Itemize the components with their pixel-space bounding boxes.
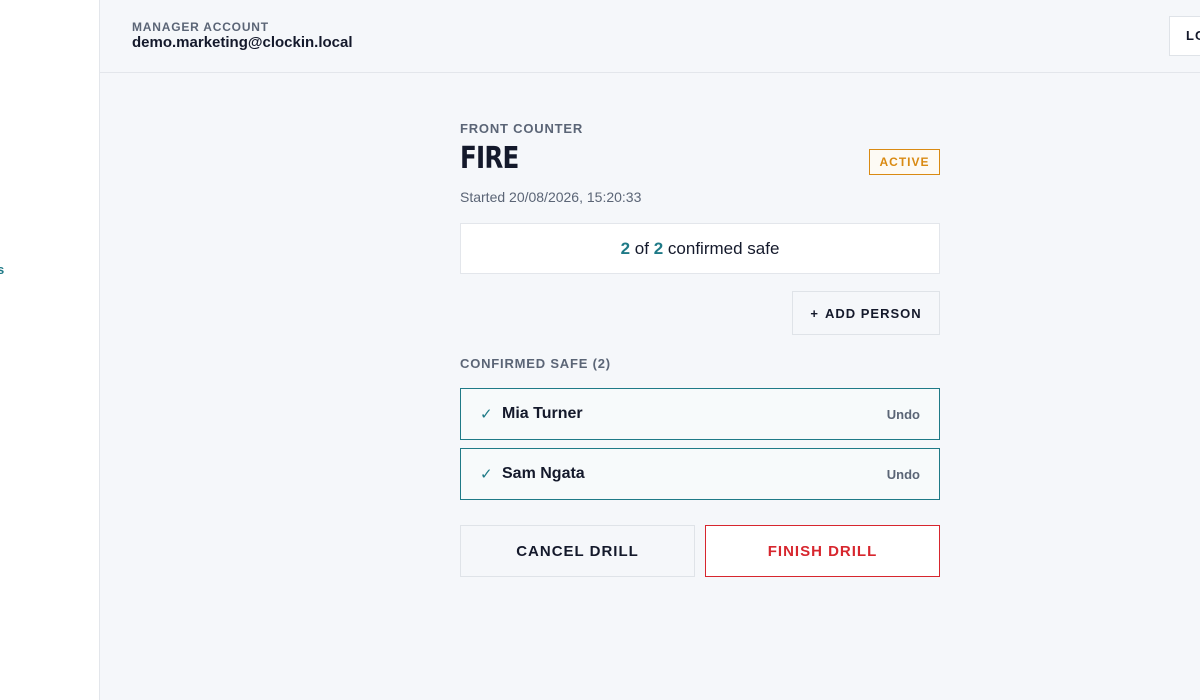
cancel-drill-button[interactable]: CANCEL DRILL [460, 525, 695, 577]
logout-button[interactable]: LO [1169, 16, 1200, 56]
confirmed-safe-heading: CONFIRMED SAFE (2) [460, 356, 611, 371]
add-person-label: ADD PERSON [824, 305, 922, 321]
drill-started-time: Started 20/08/2026, 15:20:33 [460, 189, 642, 205]
top-header: MANAGER ACCOUNT demo.marketing@clockin.l… [100, 0, 1200, 73]
undo-button[interactable]: Undo [887, 407, 920, 422]
undo-button[interactable]: Undo [887, 467, 920, 482]
summary-suffix: confirmed safe [667, 238, 780, 258]
finish-drill-button[interactable]: FINISH DRILL [705, 525, 940, 577]
person-name: Sam Ngata [502, 465, 585, 482]
sidebar-item-fragment[interactable]: l [0, 348, 1, 363]
person-name: Mia Turner [502, 405, 583, 422]
total-count: 2 [653, 238, 664, 258]
account-label: MANAGER ACCOUNT [132, 20, 269, 34]
check-icon: ✓ [480, 406, 493, 423]
plus-icon: + [810, 305, 819, 321]
drill-location: FRONT COUNTER [460, 121, 584, 136]
check-icon: ✓ [480, 466, 493, 483]
drill-title: FIRE [460, 141, 519, 176]
status-badge: ACTIVE [869, 149, 940, 175]
confirmed-count: 2 [620, 238, 631, 258]
summary-of: of [634, 238, 649, 258]
person-row: ✓ Sam Ngata Undo [460, 448, 940, 500]
sidebar-item-fragment[interactable]: s [0, 262, 4, 277]
account-email: demo.marketing@clockin.local [132, 34, 353, 51]
person-row: ✓ Mia Turner Undo [460, 388, 940, 440]
add-person-button[interactable]: + ADD PERSON [792, 291, 940, 335]
confirmed-summary: 2 of 2 confirmed safe [460, 223, 940, 274]
sidebar: s l [0, 0, 100, 700]
